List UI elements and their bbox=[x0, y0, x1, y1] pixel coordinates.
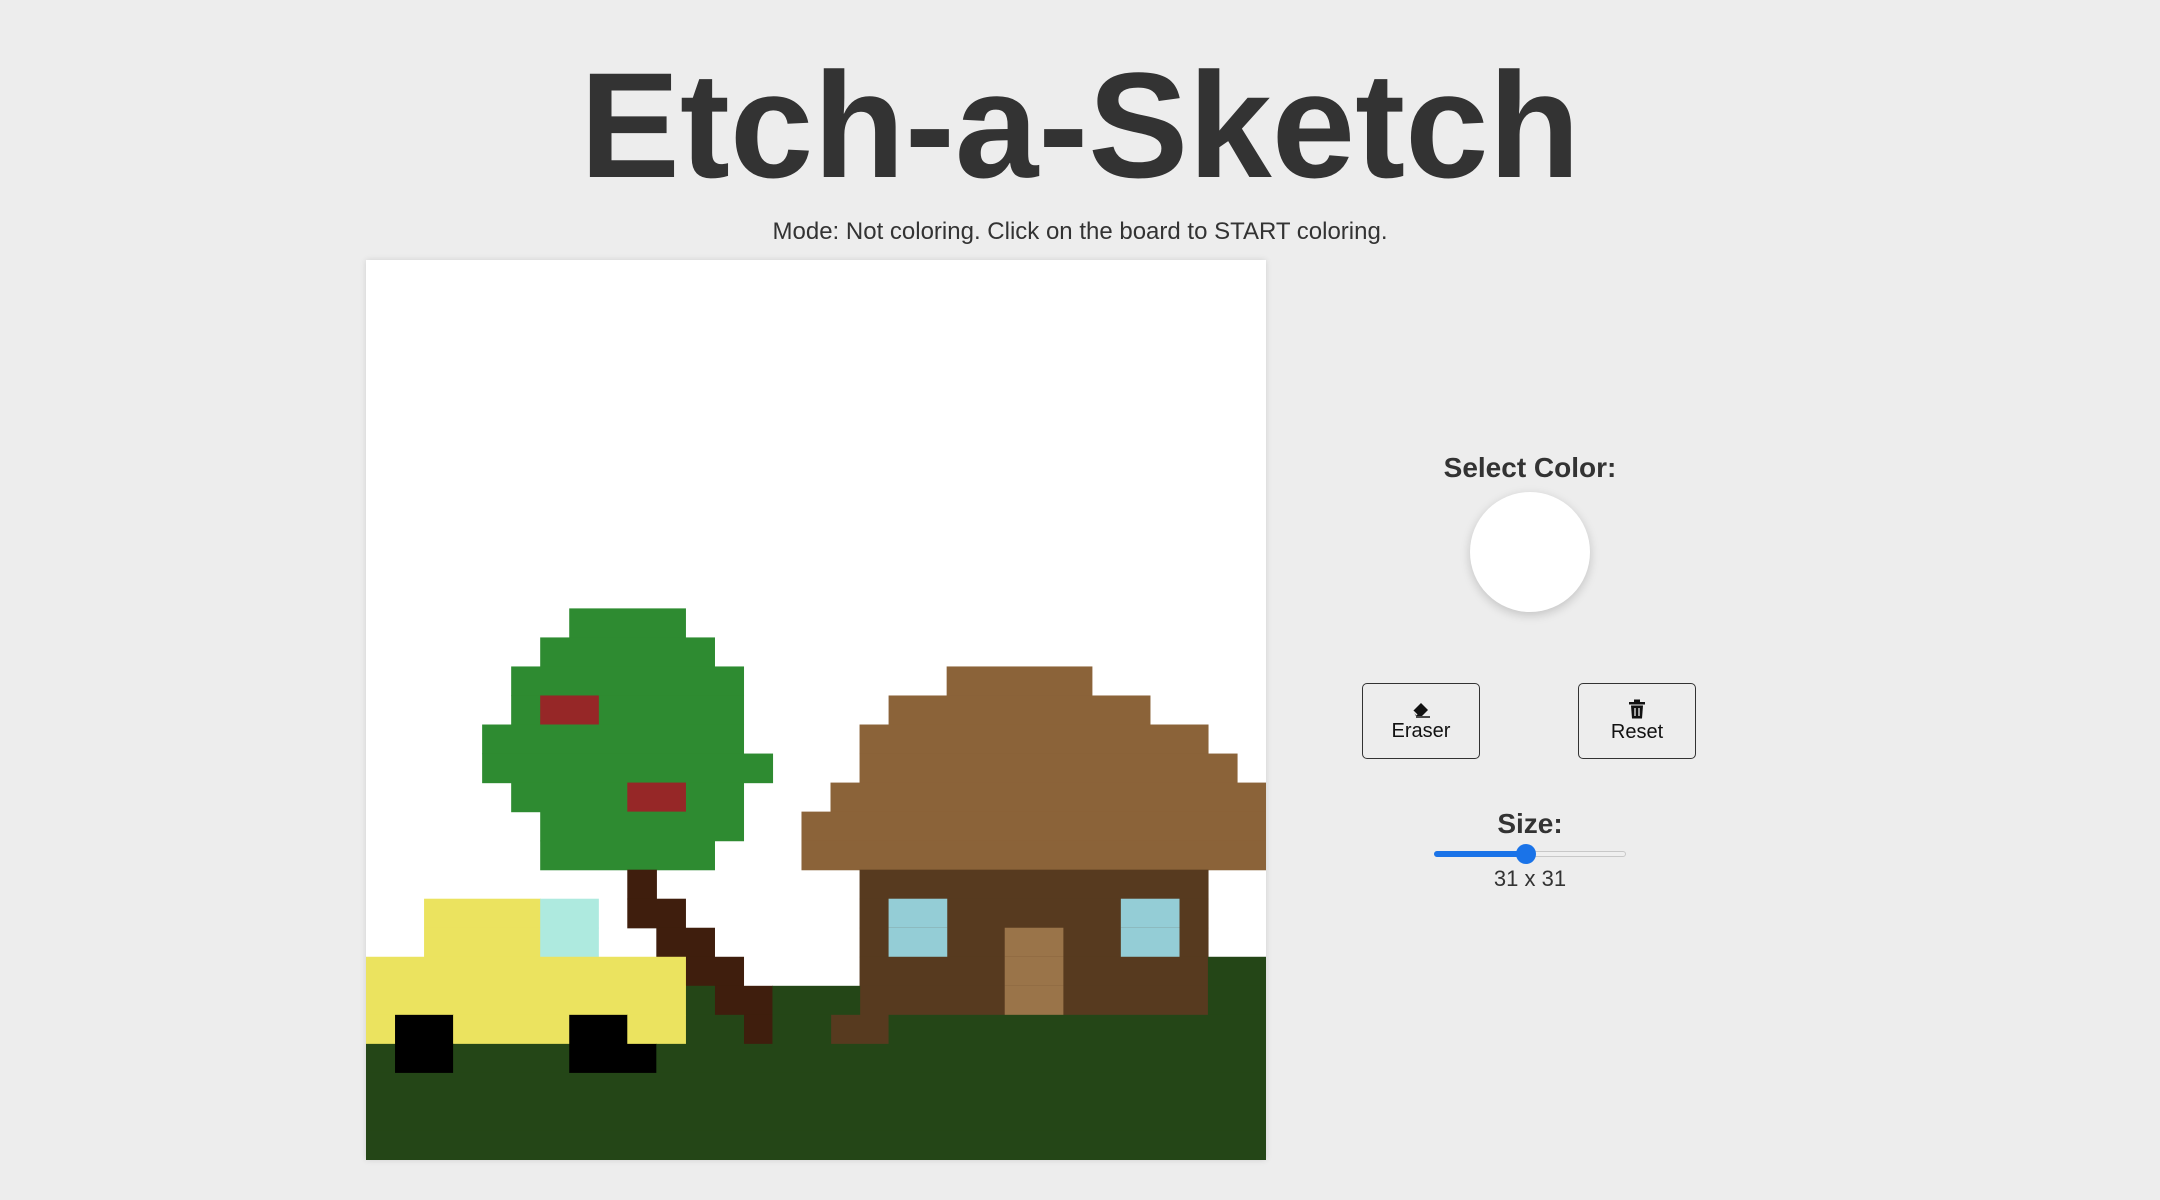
pixel-green-tree[interactable] bbox=[482, 724, 745, 755]
pixel-trunk[interactable] bbox=[685, 956, 745, 987]
pixel-grass[interactable] bbox=[772, 985, 861, 1016]
drawing-board[interactable] bbox=[366, 260, 1266, 1160]
eraser-icon bbox=[1410, 700, 1432, 718]
pixel-door[interactable] bbox=[1004, 927, 1064, 958]
pixel-door[interactable] bbox=[1004, 956, 1064, 987]
pixel-car-body[interactable] bbox=[424, 927, 541, 958]
pixel-car-window[interactable] bbox=[540, 898, 599, 929]
pixel-grass[interactable] bbox=[888, 1014, 1266, 1045]
size-slider-thumb[interactable] bbox=[1516, 844, 1537, 864]
eraser-label: Eraser bbox=[1391, 719, 1451, 742]
pixel-grass[interactable] bbox=[1207, 956, 1266, 987]
pixel-roof[interactable] bbox=[830, 782, 1266, 813]
pixel-green-tree[interactable] bbox=[569, 608, 686, 639]
pixel-grass[interactable] bbox=[1207, 985, 1266, 1016]
pixel-car-body[interactable] bbox=[366, 956, 686, 987]
pixel-trunk[interactable] bbox=[714, 985, 774, 1016]
pixel-grass[interactable] bbox=[685, 985, 715, 1016]
size-label: Size: bbox=[1497, 808, 1563, 839]
pixel-car-body[interactable] bbox=[424, 898, 541, 929]
pixel-car-body[interactable] bbox=[366, 1014, 396, 1045]
pixel-roof[interactable] bbox=[801, 840, 1266, 871]
color-picker[interactable] bbox=[1470, 492, 1590, 612]
pixel-roof[interactable] bbox=[946, 666, 1093, 697]
pixel-grass[interactable] bbox=[366, 1043, 396, 1074]
pixel-window[interactable] bbox=[1120, 898, 1180, 929]
pixel-grass[interactable] bbox=[366, 1130, 1266, 1160]
trash-icon bbox=[1628, 699, 1646, 719]
pixel-green-tree[interactable] bbox=[482, 753, 774, 784]
pixel-wheel[interactable] bbox=[395, 1014, 454, 1045]
page: Etch-a-Sketch Mode: Not coloring. Click … bbox=[0, 0, 2160, 1200]
pixel-wall[interactable] bbox=[830, 1014, 890, 1045]
pixel-roof[interactable] bbox=[859, 724, 1209, 755]
reset-label: Reset bbox=[1610, 720, 1664, 743]
pixel-grass[interactable] bbox=[656, 1043, 1266, 1074]
pixel-green-tree[interactable] bbox=[540, 840, 715, 871]
mode-status-text: Mode: Not coloring. Click on the board t… bbox=[772, 218, 1388, 245]
pixel-grass[interactable] bbox=[366, 1072, 1266, 1103]
pixel-roof[interactable] bbox=[801, 811, 1266, 842]
pixel-red-apple[interactable] bbox=[540, 695, 599, 726]
size-slider-fill bbox=[1434, 851, 1527, 857]
pixel-door[interactable] bbox=[1004, 985, 1064, 1016]
pixel-wall[interactable] bbox=[859, 869, 1209, 900]
size-value: 31 x 31 bbox=[1493, 866, 1567, 891]
pixel-wheel[interactable] bbox=[569, 1014, 628, 1045]
pixel-grass[interactable] bbox=[453, 1043, 570, 1074]
pixel-grass[interactable] bbox=[685, 1014, 745, 1045]
pixel-trunk[interactable] bbox=[627, 869, 657, 900]
pixel-grass[interactable] bbox=[772, 1014, 832, 1045]
pixel-car-window[interactable] bbox=[540, 927, 599, 958]
pixel-wheel[interactable] bbox=[395, 1043, 454, 1074]
pixel-car-body[interactable] bbox=[366, 985, 686, 1016]
pixel-roof[interactable] bbox=[888, 695, 1151, 726]
pixel-red-apple[interactable] bbox=[627, 782, 686, 813]
pixel-window[interactable] bbox=[888, 898, 948, 929]
pixel-green-tree[interactable] bbox=[540, 637, 715, 668]
pixel-car-body[interactable] bbox=[627, 1014, 686, 1045]
pixel-window[interactable] bbox=[1120, 927, 1180, 958]
size-slider[interactable] bbox=[1434, 844, 1626, 864]
pixel-trunk[interactable] bbox=[743, 1014, 774, 1045]
pixel-green-tree[interactable] bbox=[540, 811, 745, 842]
pixel-wheel[interactable] bbox=[569, 1043, 657, 1074]
pixel-roof[interactable] bbox=[859, 753, 1238, 784]
pixel-car-body[interactable] bbox=[453, 1014, 570, 1045]
pixel-window[interactable] bbox=[888, 927, 948, 958]
eraser-button[interactable]: Eraser bbox=[1362, 683, 1480, 759]
page-title: Etch-a-Sketch bbox=[579, 41, 1581, 209]
pixel-green-tree[interactable] bbox=[511, 666, 745, 697]
select-color-label: Select Color: bbox=[1443, 452, 1617, 483]
pixel-trunk[interactable] bbox=[627, 898, 686, 929]
reset-button[interactable]: Reset bbox=[1578, 683, 1696, 759]
pixel-trunk[interactable] bbox=[656, 927, 715, 958]
drawing-grid[interactable] bbox=[366, 260, 1266, 1160]
pixel-grass[interactable] bbox=[366, 1101, 1266, 1132]
